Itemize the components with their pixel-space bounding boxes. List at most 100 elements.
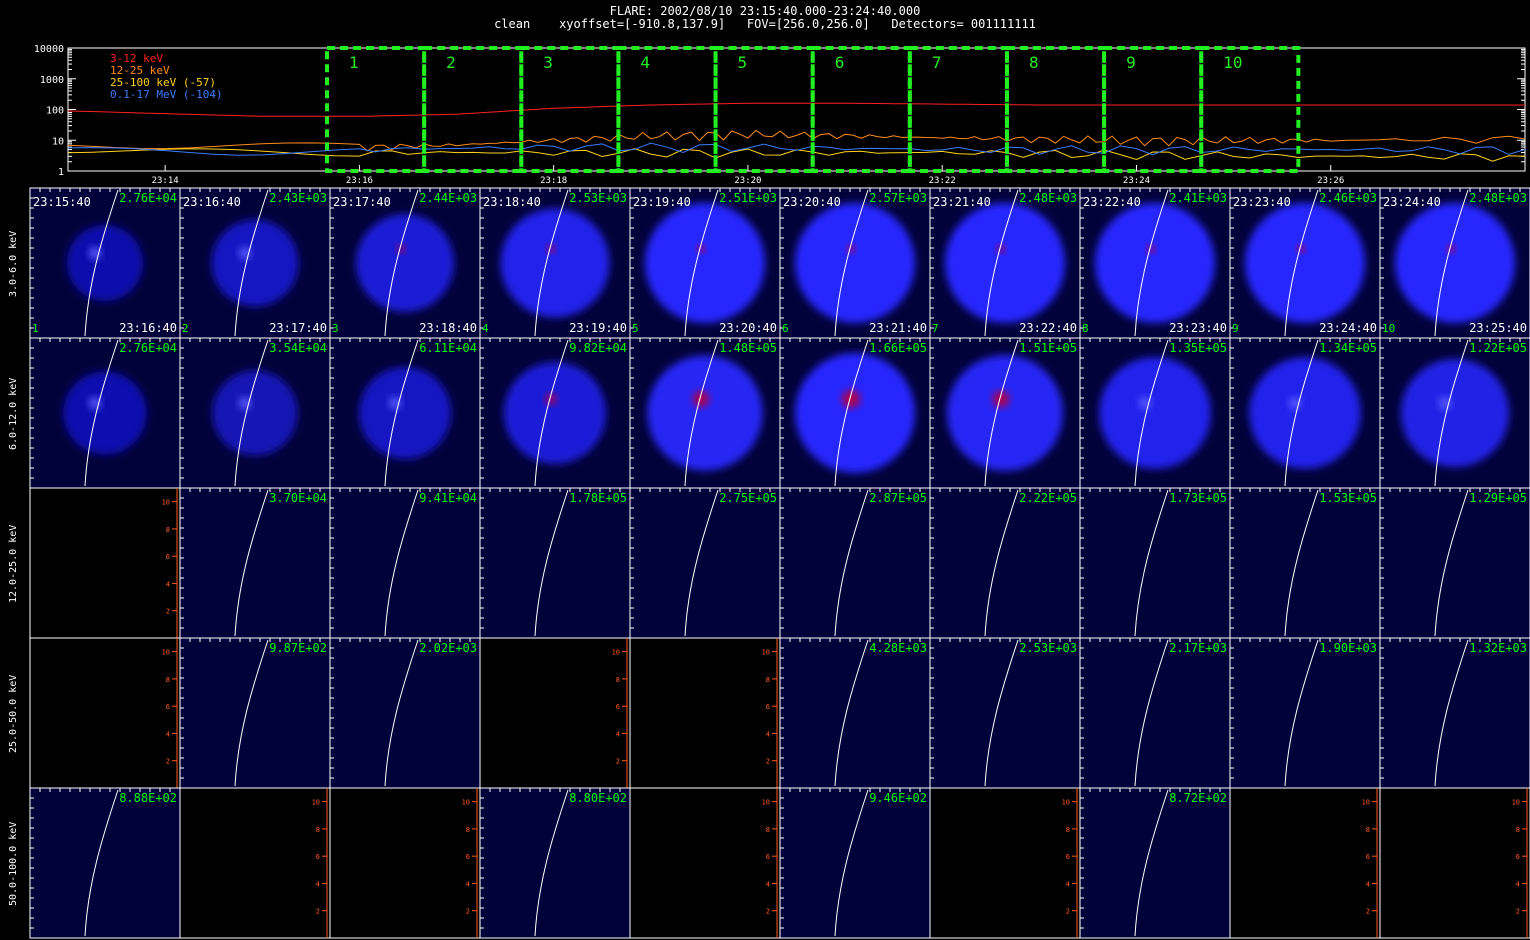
empty-axis-tick-label: 8	[316, 826, 320, 834]
panel-end-time: 23:23:40	[1169, 321, 1227, 335]
image-panel: 1.51E+05	[929, 337, 1081, 489]
source-disk	[1400, 358, 1510, 468]
empty-panel	[479, 637, 631, 789]
panel-max-value: 4.28E+03	[869, 641, 927, 655]
empty-axis-tick-label: 10	[762, 649, 770, 657]
image-panel: 8.80E+02	[479, 787, 631, 939]
panel-number: 5	[632, 322, 639, 335]
image-panel: 1.32E+03	[1379, 637, 1530, 789]
empty-axis-tick-label: 2	[166, 608, 170, 616]
image-panel: 2.48E+03 23:21:40 23:22:40 7	[929, 187, 1081, 339]
empty-axis-tick-label: 2	[466, 908, 470, 916]
panel-max-value: 1.29E+05	[1469, 491, 1527, 505]
panel-max-value: 2.87E+05	[869, 491, 927, 505]
empty-axis-tick-label: 4	[1516, 880, 1520, 888]
panel-max-value: 2.76E+04	[119, 191, 177, 205]
panel-background	[179, 637, 331, 789]
source-disk	[1245, 203, 1365, 323]
panel-end-time: 23:19:40	[569, 321, 627, 335]
panel-number: 1	[32, 322, 39, 335]
panel-start-time: 23:22:40	[1083, 195, 1141, 209]
empty-panel	[629, 637, 781, 789]
row-label: 3.0-6.0 keV	[8, 230, 19, 297]
source-disk	[63, 371, 147, 455]
empty-axis-tick-label: 2	[616, 758, 620, 766]
image-panel: 2.46E+03 23:23:40 23:24:40 9	[1229, 187, 1381, 339]
panel-max-value: 1.22E+05	[1469, 341, 1527, 355]
empty-axis-tick-label: 10	[612, 649, 620, 657]
panel-max-value: 9.41E+04	[419, 491, 477, 505]
image-panel: 1.53E+05	[1229, 487, 1381, 639]
source-core	[842, 390, 860, 408]
panel-max-value: 2.53E+03	[569, 191, 627, 205]
empty-axis-tick-label: 4	[616, 730, 620, 738]
empty-panel	[929, 787, 1081, 939]
image-panel: 2.44E+03 23:17:40 23:18:40 3	[329, 187, 481, 339]
panel-number: 6	[782, 322, 789, 335]
empty-axis-tick-label: 8	[766, 676, 770, 684]
image-panel: 9.41E+04	[329, 487, 481, 639]
panel-max-value: 1.78E+05	[569, 491, 627, 505]
panel-background	[1079, 637, 1231, 789]
panel-max-value: 2.02E+03	[419, 641, 477, 655]
empty-axis-tick-label: 10	[1362, 799, 1370, 807]
panel-start-time: 23:23:40	[1233, 195, 1291, 209]
empty-axis-tick-label: 8	[466, 826, 470, 834]
panel-max-value: 2.43E+03	[269, 191, 327, 205]
empty-axis-tick-label: 6	[1066, 853, 1070, 861]
panel-number: 4	[482, 322, 489, 335]
image-panel: 2 4 6 8 10	[479, 637, 631, 789]
source-disk	[945, 203, 1065, 323]
empty-axis-tick-label: 2	[1516, 908, 1520, 916]
image-panel: 2.51E+03 23:19:40 23:20:40 5	[629, 187, 781, 339]
panel-max-value: 2.76E+04	[119, 341, 177, 355]
empty-axis-tick-label: 4	[466, 880, 470, 888]
panel-max-value: 1.34E+05	[1319, 341, 1377, 355]
image-panel: 2.75E+05	[629, 487, 781, 639]
panel-max-value: 6.11E+04	[419, 341, 477, 355]
empty-axis-tick-label: 8	[766, 826, 770, 834]
empty-axis-tick-label: 6	[766, 703, 770, 711]
panel-max-value: 9.82E+04	[569, 341, 627, 355]
panel-max-value: 2.57E+03	[869, 191, 927, 205]
image-panel: 2.43E+03 23:16:40 23:17:40 2	[179, 187, 331, 339]
image-panel: 2.41E+03 23:22:40 23:23:40 8	[1079, 187, 1231, 339]
source-disk	[645, 203, 765, 323]
empty-axis-tick-label: 4	[1366, 880, 1370, 888]
image-panel: 2.76E+04	[29, 337, 181, 489]
empty-panel	[179, 787, 331, 939]
image-panel: 3.54E+04	[179, 337, 331, 489]
image-panel: 2.02E+03	[329, 637, 481, 789]
panel-background	[29, 787, 181, 939]
image-panel: 1.66E+05	[779, 337, 931, 489]
panel-start-time: 23:20:40	[783, 195, 841, 209]
panel-end-time: 23:20:40	[719, 321, 777, 335]
source-disk	[1249, 357, 1361, 469]
panel-max-value: 1.35E+05	[1169, 341, 1227, 355]
panel-end-time: 23:21:40	[869, 321, 927, 335]
panel-max-value: 1.53E+05	[1319, 491, 1377, 505]
image-panel: 3.70E+04	[179, 487, 331, 639]
image-panel: 1.78E+05	[479, 487, 631, 639]
panel-end-time: 23:22:40	[1019, 321, 1077, 335]
image-panel: 1.48E+05	[629, 337, 781, 489]
empty-axis-tick-label: 2	[166, 758, 170, 766]
panel-max-value: 2.75E+05	[719, 491, 777, 505]
panel-background	[1379, 487, 1530, 639]
panel-end-time: 23:18:40	[419, 321, 477, 335]
panel-background	[1229, 487, 1381, 639]
panel-max-value: 8.80E+02	[569, 791, 627, 805]
source-disk	[1395, 203, 1515, 323]
panel-max-value: 8.88E+02	[119, 791, 177, 805]
panel-background	[479, 787, 631, 939]
panel-max-value: 2.51E+03	[719, 191, 777, 205]
panel-max-value: 2.17E+03	[1169, 641, 1227, 655]
panel-background	[179, 487, 331, 639]
panel-background	[929, 487, 1081, 639]
image-panel: 9.87E+02	[179, 637, 331, 789]
panel-max-value: 2.48E+03	[1019, 191, 1077, 205]
panel-max-value: 8.72E+02	[1169, 791, 1227, 805]
image-panel: 6.11E+04	[329, 337, 481, 489]
image-panel: 1.34E+05	[1229, 337, 1381, 489]
image-panel: 8.72E+02	[1079, 787, 1231, 939]
